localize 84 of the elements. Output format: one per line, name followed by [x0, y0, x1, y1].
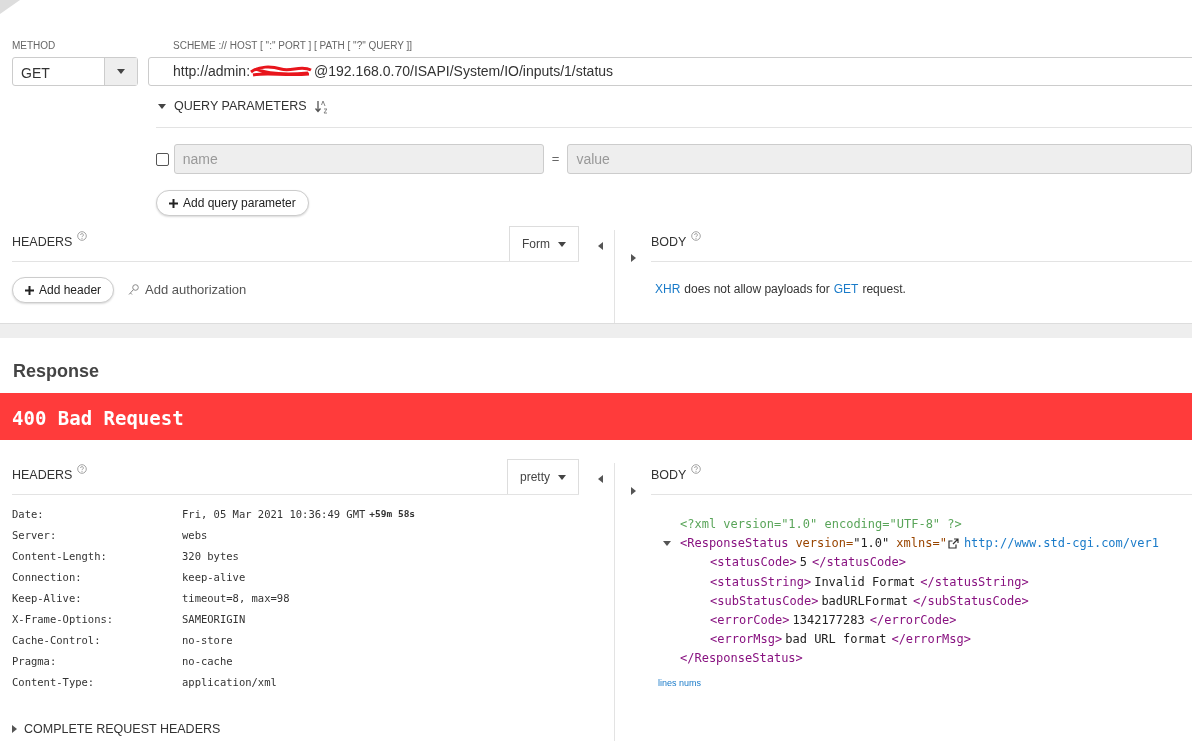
- xml-declaration: <?xml version="1.0" encoding="UTF-8" ?>: [680, 516, 962, 533]
- section-title: BODY: [651, 467, 687, 485]
- plus-icon: [169, 198, 178, 208]
- header-value: timeout=8, max=98: [182, 590, 290, 606]
- section-title: HEADERS: [12, 467, 73, 485]
- url-text: @192.168.0.70/ISAPI/System/IO/inputs/1/status: [314, 62, 614, 81]
- xml-value: 5: [799, 554, 807, 572]
- plus-icon: [25, 285, 34, 295]
- add-query-button[interactable]: Add query parameter: [156, 190, 309, 216]
- xhr-link[interactable]: XHR: [655, 280, 681, 298]
- xml-attribute: xmlns=": [896, 535, 947, 553]
- section-title: QUERY PARAMETERS: [174, 98, 307, 116]
- header-value: SAMEORIGIN: [182, 611, 246, 627]
- key-icon: [128, 284, 140, 296]
- xml-tag: </subStatusCode>: [913, 591, 1029, 611]
- mode-dropdown[interactable]: pretty: [507, 459, 579, 494]
- mode-dropdown[interactable]: Form: [509, 226, 579, 261]
- method-label: METHOD: [12, 39, 57, 53]
- xml-tag: <errorCode>: [710, 611, 790, 631]
- header-value: webs: [182, 527, 208, 543]
- collapse-left-icon[interactable]: [598, 242, 603, 250]
- collapse-icon[interactable]: [158, 104, 166, 109]
- add-header-button[interactable]: Add header: [12, 277, 115, 303]
- xml-tag: <errorMsg>: [710, 630, 783, 650]
- header-name: Keep-Alive:: [12, 590, 83, 606]
- expand-right-icon[interactable]: [630, 254, 636, 262]
- corner-ribbon: [0, 0, 20, 14]
- xml-tag: <statusCode>: [710, 553, 797, 573]
- xml-tag: </statusString>: [920, 572, 1029, 592]
- xml-tag: </errorMsg>: [891, 630, 971, 650]
- lines-nums-link[interactable]: lines nums: [658, 676, 702, 691]
- url-text: http://admin:: [173, 62, 251, 81]
- url-label: SCHEME :// HOST [ ":" PORT ] [ PATH [ "?" QUERY ]]: [172, 39, 414, 53]
- collapse-left-icon[interactable]: [598, 475, 603, 483]
- header-name: Server:: [12, 527, 58, 543]
- body-note: does not allow payloads for: [684, 281, 830, 298]
- header-value: Fri, 05 Mar 2021 10:36:49 GMT: [182, 506, 366, 522]
- xml-tag: <statusString>: [710, 572, 812, 592]
- xml-attribute: version=: [795, 535, 854, 553]
- checkbox[interactable]: [156, 152, 169, 166]
- header-name: Date:: [12, 506, 45, 522]
- xml-tag: <ResponseStatus: [680, 534, 789, 554]
- header-name: Cache-Control:: [12, 632, 102, 648]
- response-title: Response: [12, 360, 101, 383]
- xml-value: Invalid Format: [814, 573, 916, 591]
- header-name: Content-Type:: [12, 674, 96, 690]
- equals-sign: =: [551, 150, 560, 169]
- namespace-link[interactable]: http://www.std-cgi.com/ver1: [963, 534, 1159, 554]
- body-note: request.: [862, 281, 906, 298]
- xml-attribute-value: "1.0": [853, 535, 890, 553]
- xml-tag: </statusCode>: [811, 553, 906, 573]
- xml-value: bad URL format: [785, 631, 887, 649]
- expand-right-icon[interactable]: [630, 487, 636, 495]
- caret-icon: [558, 241, 566, 247]
- header-name: Pragma:: [12, 653, 58, 669]
- caret-icon: [558, 474, 566, 480]
- header-name: Content-Length:: [12, 548, 108, 564]
- value-field[interactable]: value: [567, 144, 1192, 174]
- expand-icon[interactable]: [12, 725, 17, 734]
- xml-tag: </ResponseStatus>: [680, 649, 803, 669]
- xml-value: 1342177283: [792, 612, 865, 629]
- header-value: 320 bytes: [182, 548, 239, 564]
- header-name: X-Frame-Options:: [12, 611, 115, 627]
- url-field[interactable]: http://admin: @192.168.0.70/ISAPI/System/IO/inputs/1/status: [148, 57, 1192, 86]
- caret-icon: [117, 69, 125, 74]
- xml-value: badURLFormat: [821, 592, 909, 610]
- section-title: HEADERS: [12, 234, 73, 252]
- section-title: BODY: [651, 234, 687, 252]
- add-authorization-link[interactable]: Add authorization: [128, 280, 247, 300]
- external-link-icon[interactable]: [947, 538, 959, 550]
- get-link[interactable]: GET: [833, 280, 859, 298]
- sort-icon[interactable]: [314, 99, 327, 114]
- header-value: no-cache: [182, 653, 233, 669]
- header-value: keep-alive: [182, 569, 246, 585]
- status-bar: 400 Bad Request: [0, 393, 1192, 440]
- header-name: Connection:: [12, 569, 83, 585]
- time-delta: +59m 58s: [369, 507, 416, 522]
- xml-tag: </errorCode>: [869, 611, 957, 631]
- method-select[interactable]: GET: [12, 57, 138, 86]
- header-value: application/xml: [182, 674, 277, 690]
- name-field[interactable]: name: [173, 144, 544, 174]
- xml-tag: <subStatusCode>: [710, 591, 819, 611]
- section-title: COMPLETE REQUEST HEADERS: [24, 721, 221, 738]
- header-value: no-store: [182, 632, 233, 648]
